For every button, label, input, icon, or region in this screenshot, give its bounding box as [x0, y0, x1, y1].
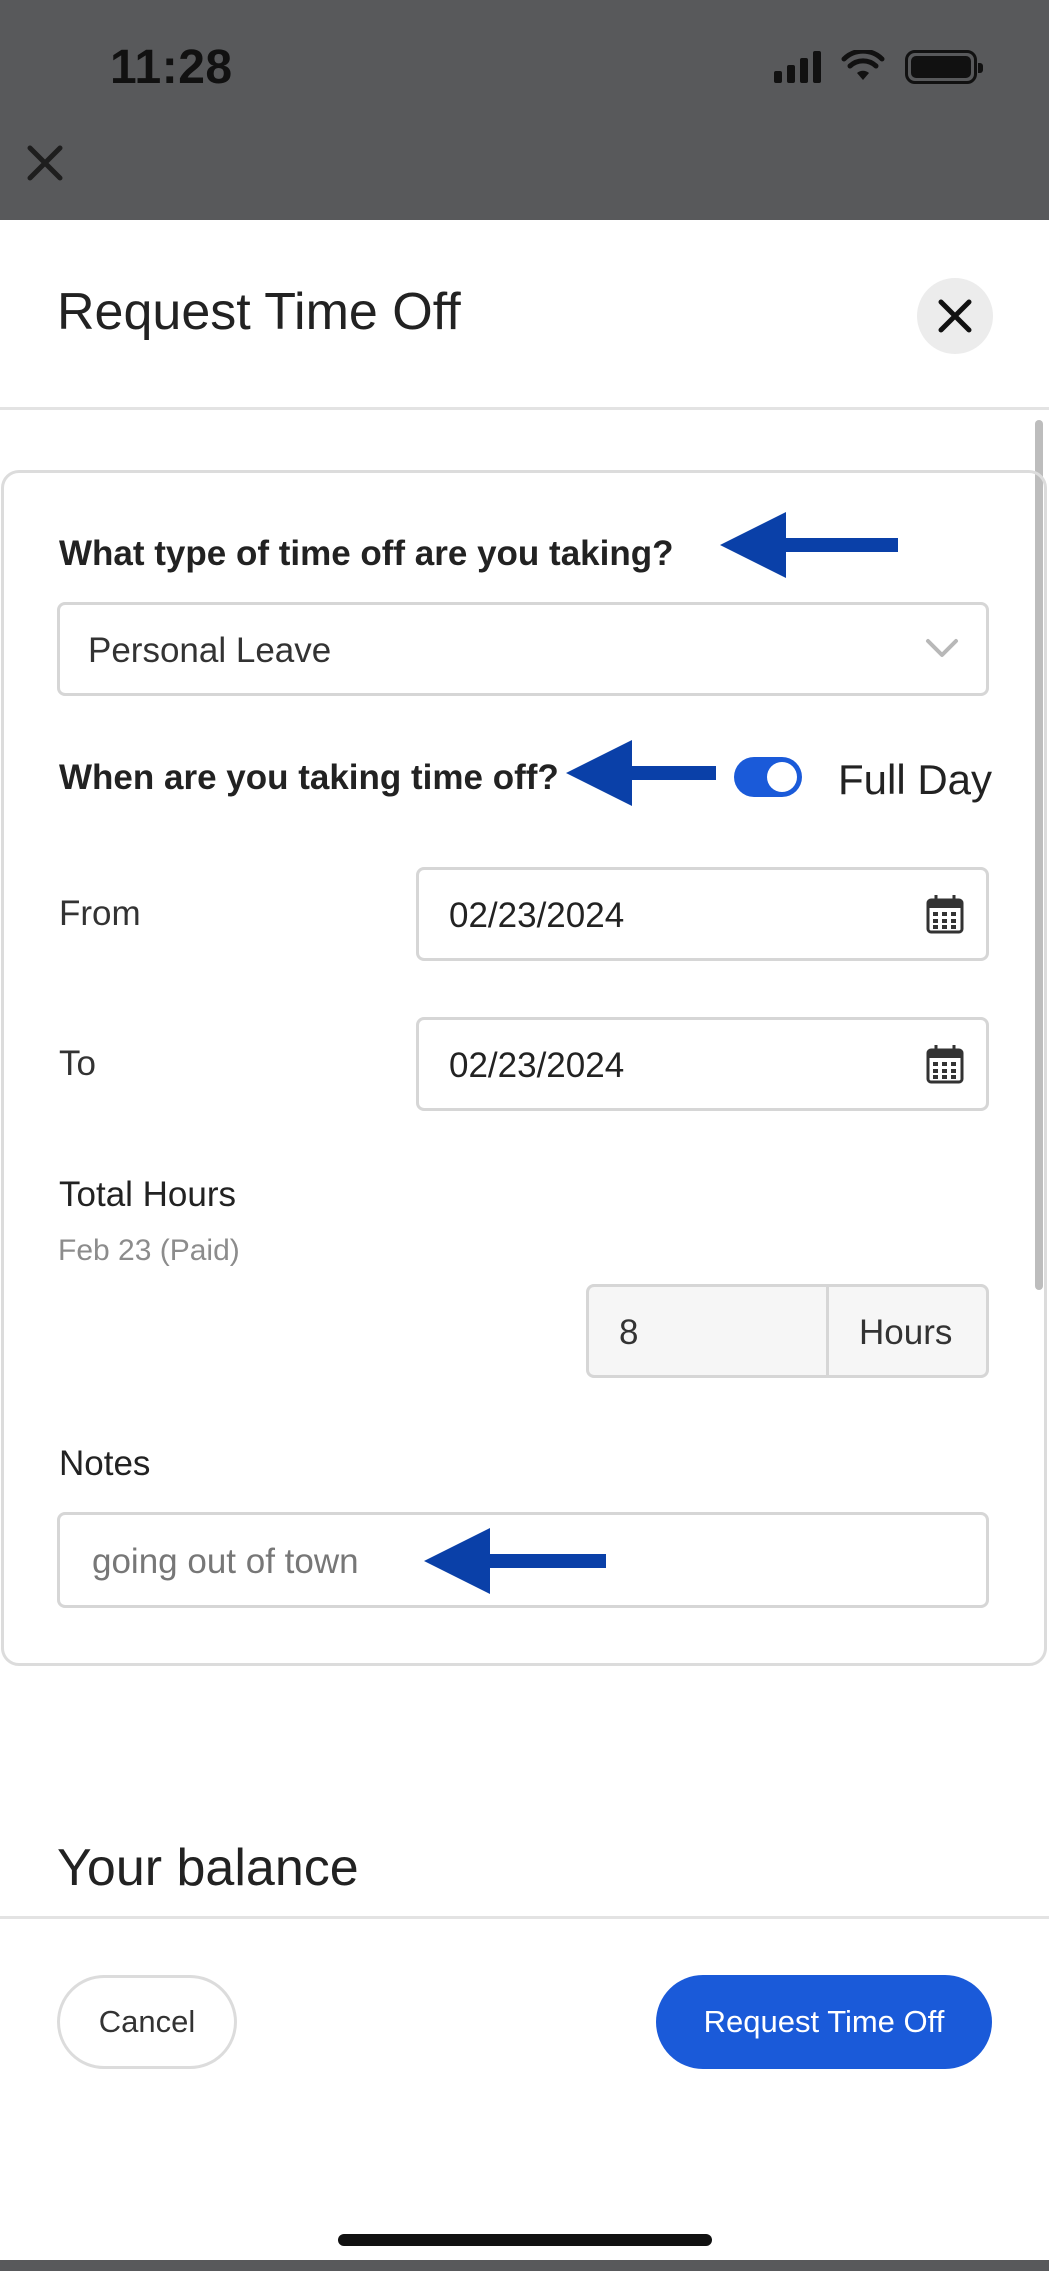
from-date-value: 02/23/2024: [449, 896, 625, 935]
total-hours-label: Total Hours: [59, 1175, 237, 1214]
hours-input[interactable]: 8 Hours: [586, 1284, 989, 1378]
from-label: From: [59, 894, 141, 933]
hours-unit: Hours: [859, 1313, 953, 1352]
total-hours-subtitle: Feb 23 (Paid): [58, 1234, 240, 1267]
full-day-toggle[interactable]: [734, 757, 802, 797]
sheet-header: Request Time Off: [0, 220, 1049, 410]
footer-actions: Cancel Request Time Off: [0, 1916, 1049, 2260]
status-icons: [774, 50, 983, 84]
request-time-off-sheet: Request Time Off What type of time off a…: [0, 220, 1049, 2260]
time-off-type-value: Personal Leave: [88, 631, 332, 670]
calendar-icon[interactable]: [926, 894, 964, 934]
to-label: To: [59, 1044, 96, 1083]
full-day-label: Full Day: [838, 756, 993, 803]
arrow-left-icon: [720, 512, 898, 578]
chevron-down-icon: [926, 639, 958, 657]
calendar-icon[interactable]: [926, 1044, 964, 1084]
home-indicator[interactable]: [338, 2234, 712, 2246]
background-close-icon[interactable]: [22, 140, 68, 186]
wifi-icon: [841, 50, 885, 80]
status-time: 11:28: [110, 41, 233, 94]
when-label: When are you taking time off?: [59, 758, 559, 797]
toggle-knob: [767, 762, 797, 792]
to-date-input[interactable]: 02/23/2024: [416, 1017, 989, 1111]
close-button[interactable]: [917, 278, 993, 354]
close-icon: [938, 299, 972, 333]
hours-value[interactable]: 8: [589, 1287, 829, 1375]
time-off-type-label: What type of time off are you taking?: [59, 534, 674, 573]
signal-icon: [774, 51, 821, 83]
status-bar: 11:28: [0, 0, 1049, 140]
page-title: Request Time Off: [57, 283, 461, 341]
arrow-left-icon: [566, 740, 716, 806]
cancel-button[interactable]: Cancel: [57, 1975, 237, 2069]
battery-icon: [905, 50, 983, 84]
balance-title: Your balance: [57, 1839, 359, 1897]
time-off-type-select[interactable]: Personal Leave: [57, 602, 989, 696]
to-date-value: 02/23/2024: [449, 1046, 625, 1085]
notes-label: Notes: [59, 1444, 151, 1483]
arrow-left-icon: [424, 1528, 606, 1594]
request-time-off-button[interactable]: Request Time Off: [656, 1975, 992, 2069]
from-date-input[interactable]: 02/23/2024: [416, 867, 989, 961]
notes-value: going out of town: [92, 1542, 359, 1581]
